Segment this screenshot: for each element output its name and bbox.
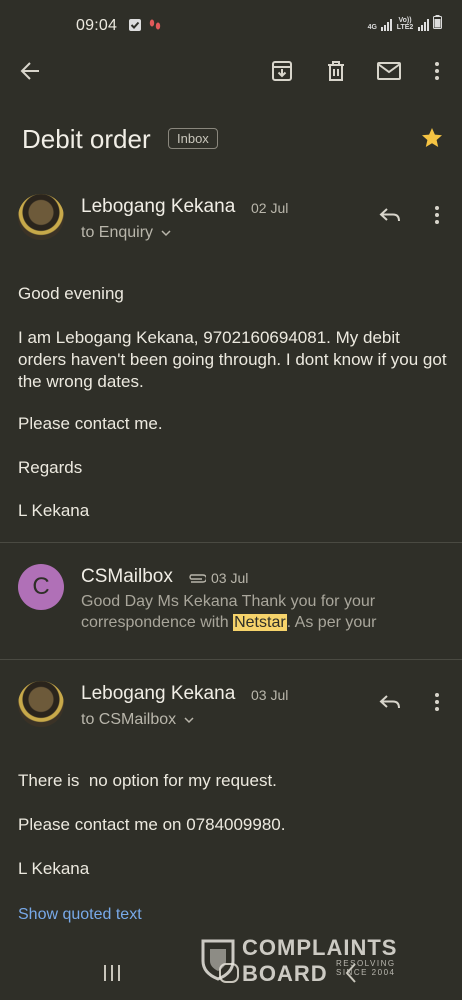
status-bar: 09:04 4G Vo)) LTE2 <box>0 0 462 52</box>
mark-unread-button[interactable] <box>369 56 409 90</box>
show-quoted-text-link[interactable]: Show quoted text <box>18 906 142 924</box>
reply-icon <box>379 207 401 228</box>
sender-name: CSMailbox <box>81 566 173 587</box>
recipient-text: to Enquiry <box>81 224 154 241</box>
message-preview: Good Day Ms Kekana Thank you for your co… <box>81 591 441 633</box>
preview-text: . As per your <box>286 614 377 631</box>
more-vert-icon <box>434 205 440 230</box>
search-highlight: Netstar <box>233 614 287 631</box>
back-arrow-icon <box>19 60 41 87</box>
chevron-down-icon <box>161 224 171 242</box>
message-date: 02 Jul <box>251 200 289 216</box>
sender-avatar: C <box>18 564 64 610</box>
delete-button[interactable] <box>316 56 356 90</box>
attachment-icon <box>186 571 208 589</box>
volte-label: Vo)) LTE2 <box>396 17 414 31</box>
email-subject: Debit order <box>22 124 151 154</box>
recents-icon <box>102 965 122 986</box>
back-button[interactable] <box>10 56 50 90</box>
inbox-label-chip[interactable]: Inbox <box>168 128 218 149</box>
signal-bars-icon <box>381 19 392 31</box>
body-paragraph: Regards <box>18 458 83 477</box>
recipient-details-toggle[interactable]: to Enquiry <box>81 224 171 242</box>
sender-avatar[interactable] <box>18 194 64 240</box>
more-vert-icon <box>434 692 440 717</box>
signal-indicators: 4G Vo)) LTE2 <box>368 15 442 31</box>
chevron-down-icon <box>184 711 194 729</box>
checkbox-notification-icon <box>128 18 142 37</box>
reply-icon <box>379 694 401 715</box>
watermark-resolving: RESOLVING <box>336 959 396 968</box>
status-time: 09:04 <box>76 17 118 34</box>
body-paragraph: L Kekana <box>18 501 90 520</box>
star-icon <box>420 128 444 154</box>
more-options-button[interactable] <box>417 56 457 90</box>
shield-logo-icon <box>200 937 236 986</box>
sender-avatar[interactable] <box>18 681 64 727</box>
watermark-since: SINCE 2004 <box>336 968 396 977</box>
sender-name: Lebogang Kekana <box>81 683 236 704</box>
watermark-tagline: RESOLVING SINCE 2004 <box>336 959 396 977</box>
recipient-text: to CSMailbox <box>81 711 177 728</box>
body-paragraph: Please contact me. <box>18 414 163 433</box>
body-paragraph: Please contact me on 0784009980. <box>18 815 286 834</box>
body-paragraph: There is no option for my request. <box>18 771 277 790</box>
body-paragraph: Good evening <box>18 284 124 303</box>
star-button[interactable] <box>420 126 444 155</box>
battery-icon <box>433 15 442 31</box>
footprints-notification-icon <box>148 18 162 37</box>
message-date: 03 Jul <box>251 687 289 703</box>
trash-icon <box>326 60 346 87</box>
archive-icon <box>271 60 293 87</box>
mail-icon <box>377 61 401 86</box>
message-more-button[interactable] <box>419 686 455 722</box>
message-divider <box>0 659 462 660</box>
reply-button[interactable] <box>372 199 408 235</box>
reply-button[interactable] <box>372 686 408 722</box>
archive-button[interactable] <box>262 56 302 90</box>
sender-name: Lebogang Kekana <box>81 196 236 217</box>
recent-apps-button[interactable] <box>102 964 122 987</box>
body-paragraph: I am Lebogang Kekana, 9702160694081. My … <box>18 328 447 391</box>
complaints-board-watermark: COMPLAINTS BOARD RESOLVING SINCE 2004 <box>200 935 420 986</box>
body-paragraph: L Kekana <box>18 859 90 878</box>
recipient-details-toggle[interactable]: to CSMailbox <box>81 711 194 729</box>
message-date: 03 Jul <box>211 570 249 586</box>
more-vert-icon <box>434 61 440 86</box>
message-more-button[interactable] <box>419 199 455 235</box>
network-4g-label: 4G <box>367 24 377 31</box>
signal-bars-2-icon <box>418 19 429 31</box>
